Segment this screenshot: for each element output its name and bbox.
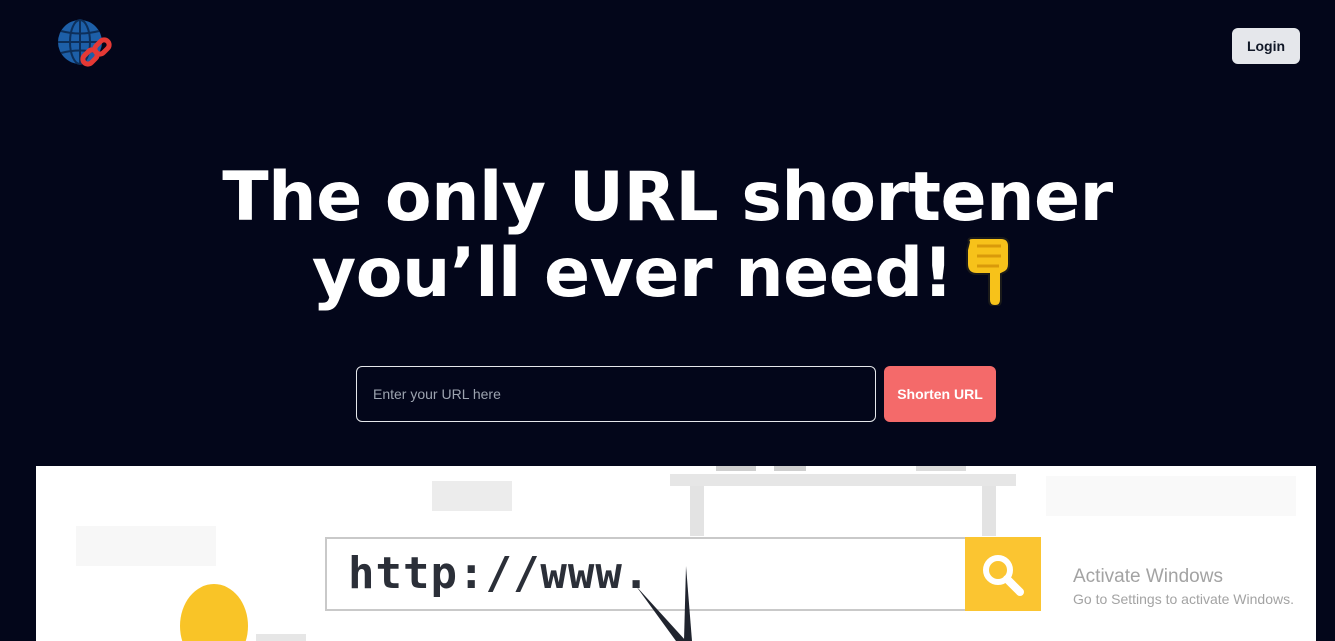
- search-icon: [980, 552, 1026, 598]
- pointing-down-hand-icon: [961, 236, 1023, 308]
- activate-windows-title: Activate Windows: [1073, 566, 1223, 587]
- activate-windows-subtitle: Go to Settings to activate Windows.: [1073, 591, 1294, 607]
- activate-windows-watermark: Activate Windows Go to Settings to activ…: [1073, 566, 1294, 610]
- logo-icon[interactable]: [56, 18, 116, 74]
- login-button[interactable]: Login: [1232, 28, 1300, 64]
- hero-heading: The only URL shortener you’ll ever need!: [0, 160, 1335, 312]
- hero-illustration: http://www.: [36, 466, 1316, 641]
- hero-line-2: you’ll ever need!: [0, 236, 1335, 312]
- hero-line-1: The only URL shortener: [222, 158, 1113, 237]
- url-input[interactable]: [356, 366, 876, 422]
- hero-line-2-text: you’ll ever need!: [311, 234, 954, 313]
- shorten-url-button[interactable]: Shorten URL: [884, 366, 996, 422]
- browser-url-text: http://www.: [348, 548, 651, 599]
